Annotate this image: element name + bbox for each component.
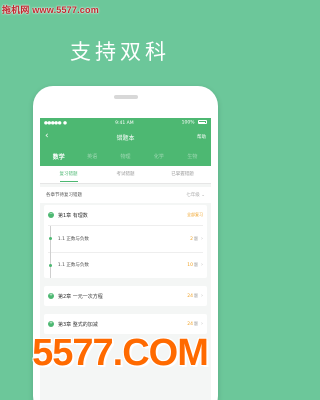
error-count: 2题: [190, 236, 198, 242]
count-unit: 题: [194, 293, 198, 299]
phone-speaker: [113, 95, 138, 99]
section-title: 1.1 正数与负数: [57, 263, 89, 269]
expand-icon[interactable]: +: [48, 321, 54, 328]
count-value: 2: [190, 236, 193, 242]
subject-tab-english[interactable]: 英语: [78, 153, 105, 160]
section-title: 1.1 正数与负数: [57, 236, 89, 242]
chevron-right-icon: ›: [201, 293, 203, 300]
count-unit: 题: [194, 235, 198, 241]
chapter-row[interactable]: + 第2章 一元一次方程 24题 ›: [44, 286, 207, 306]
chevron-right-icon: ›: [201, 262, 203, 269]
site-watermark: 拖机网 www.5577.com: [2, 5, 99, 15]
promo-headline: 支持双科: [70, 40, 170, 64]
count-unit: 题: [194, 262, 198, 268]
help-button[interactable]: 帮助: [197, 134, 206, 140]
chapter-row[interactable]: − 第1章 有理数 全部复习: [44, 205, 207, 225]
section-dot-icon: [48, 263, 52, 267]
subject-tabs: 数学 英语 物理 化学 生物: [40, 146, 211, 166]
error-count: 24题: [187, 293, 198, 299]
count-value: 24: [187, 294, 193, 300]
count-unit: 题: [194, 321, 198, 327]
subject-tab-biology[interactable]: 生物: [179, 153, 206, 160]
chapter-card: − 第1章 有理数 全部复习 1.1 正数与负数 2题 › 1.1 正数与负数 …: [44, 205, 207, 279]
subject-tab-math[interactable]: 数学: [45, 152, 72, 161]
wifi-icon: ●: [63, 120, 68, 126]
battery-status: 100%: [182, 120, 207, 126]
count-value: 10: [187, 263, 193, 269]
expand-icon[interactable]: +: [48, 293, 54, 300]
chapter-card: + 第2章 一元一次方程 24题 ›: [44, 286, 207, 307]
chevron-right-icon: ›: [201, 321, 203, 328]
section-row[interactable]: 1.1 正数与负数 2题 ›: [44, 225, 207, 252]
tab-review[interactable]: 复习错题: [40, 166, 97, 184]
battery-icon: [197, 120, 207, 125]
nav-bar: ‹ 错题本 帮助: [40, 128, 211, 146]
mode-tabs: 复习错题 考试错题 已掌握错题: [40, 166, 211, 184]
tab-mastered[interactable]: 已掌握错题: [154, 166, 211, 184]
status-bar: ●●●●● ● 9:41 AM 100%: [40, 118, 211, 128]
subject-tab-physics[interactable]: 物理: [112, 153, 139, 160]
grade-selector[interactable]: 七年级 ⌄: [186, 192, 205, 198]
count-value: 24: [187, 322, 193, 328]
filter-label: 各章节待复习错题: [46, 193, 82, 198]
filter-row: 各章节待复习错题 七年级 ⌄: [40, 187, 211, 203]
signal-icon: ●●●●●: [44, 120, 62, 126]
chevron-right-icon: ›: [201, 235, 203, 242]
error-count: 24题: [187, 321, 198, 327]
section-row[interactable]: 1.1 正数与负数 10题 ›: [44, 252, 207, 279]
review-all-button[interactable]: 全部复习: [187, 212, 203, 218]
site-logo-watermark: 5577.COM: [32, 332, 209, 374]
subject-tab-chemistry[interactable]: 化学: [145, 153, 172, 160]
error-count: 10题: [187, 262, 198, 268]
collapse-icon[interactable]: −: [48, 212, 54, 218]
back-arrow-icon[interactable]: ‹: [45, 131, 49, 141]
grade-label: 七年级: [186, 193, 200, 198]
page-title: 错题本: [116, 134, 135, 142]
chevron-down-icon: ⌄: [201, 193, 205, 198]
battery-percent: 100%: [181, 120, 195, 126]
chapter-title: 第2章 一元一次方程: [58, 293, 103, 300]
chapter-title: 第3章 整式的加减: [58, 321, 98, 328]
section-dot-icon: [48, 237, 52, 241]
chapter-title: 第1章 有理数: [58, 212, 88, 219]
status-time: 9:41 AM: [115, 120, 134, 126]
tab-exam[interactable]: 考试错题: [97, 166, 154, 184]
